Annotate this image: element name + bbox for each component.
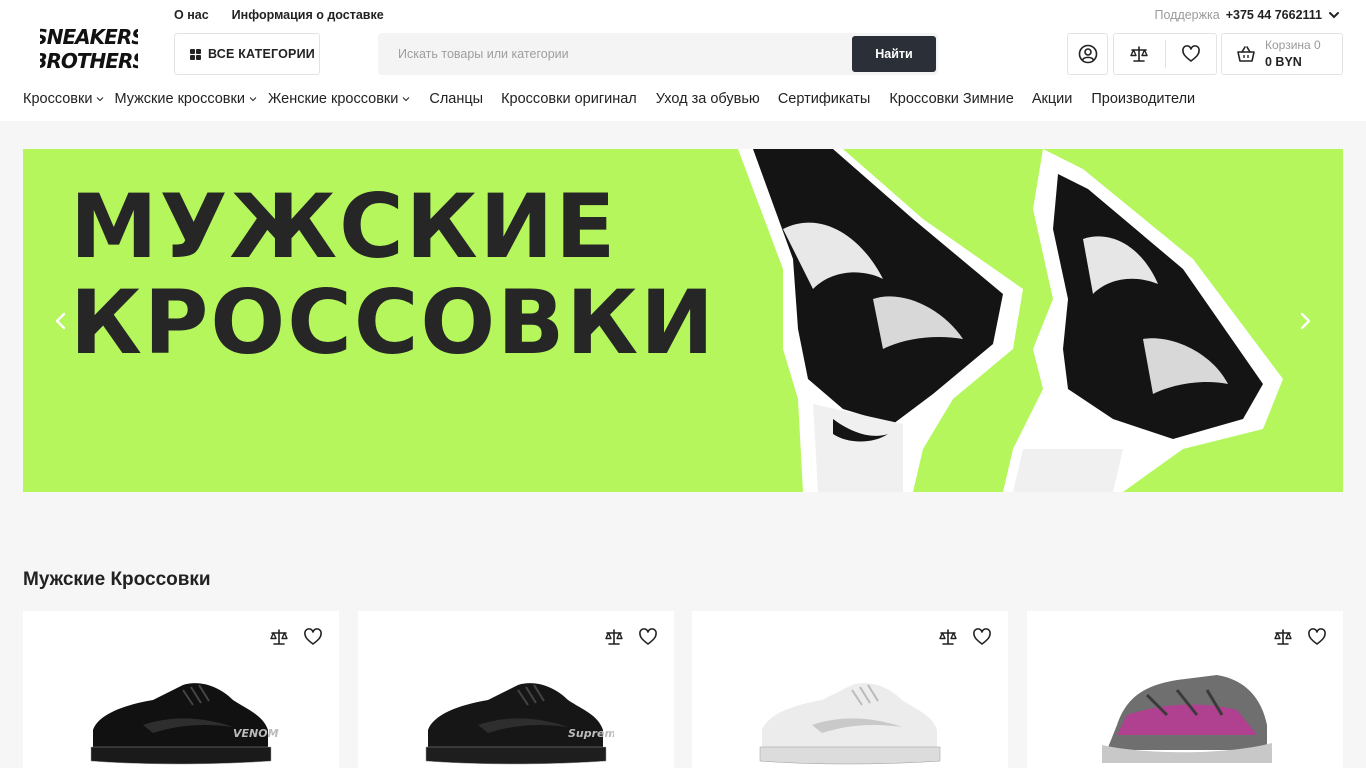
compare-favorites-group bbox=[1113, 33, 1217, 75]
heart-icon bbox=[639, 628, 657, 645]
nav-item-slippers[interactable]: Сланцы bbox=[429, 91, 483, 107]
main-content: МУЖСКИЕ КРОССОВКИ Мужские Кроссовки VENO… bbox=[0, 121, 1366, 768]
product-image[interactable] bbox=[1087, 655, 1283, 767]
white-low-sneaker-image bbox=[759, 683, 941, 765]
product-card-black-low-sneaker-supreme[interactable]: Supreme bbox=[358, 611, 674, 768]
nav-item-label: Кроссовки bbox=[23, 91, 93, 107]
favorite-toggle[interactable] bbox=[1307, 627, 1327, 647]
nav-item-label: Кроссовки оригинал bbox=[501, 91, 637, 107]
favorite-toggle[interactable] bbox=[638, 627, 658, 647]
support-phone[interactable]: +375 44 7662111 bbox=[1226, 8, 1322, 22]
nav-item-sneakers[interactable]: Кроссовки bbox=[23, 91, 104, 107]
heart-icon bbox=[1181, 45, 1200, 62]
compare-toggle[interactable] bbox=[604, 627, 624, 647]
product-image[interactable] bbox=[752, 655, 948, 767]
banner-line2: КРОССОВКИ bbox=[70, 271, 716, 374]
nav-item-label: Акции bbox=[1031, 91, 1073, 107]
scales-icon bbox=[605, 629, 623, 645]
scales-icon bbox=[1130, 46, 1148, 62]
search-bar: Найти bbox=[378, 33, 938, 75]
nav-item-label: Женские кроссовки bbox=[267, 91, 399, 107]
nav-item-womens-sneakers[interactable]: Женские кроссовки bbox=[268, 91, 410, 107]
nav-item-shoe-care[interactable]: Уход за обувью bbox=[656, 91, 760, 107]
banner-line1: МУЖСКИЕ bbox=[70, 175, 618, 278]
product-actions bbox=[269, 627, 323, 647]
logo-line1: SNEAKERS bbox=[40, 25, 138, 49]
heart-icon bbox=[304, 628, 322, 645]
search-input[interactable] bbox=[378, 33, 848, 75]
product-card-black-low-sneaker-venom[interactable]: VENOM bbox=[23, 611, 339, 768]
nav-item-winter-sneakers[interactable]: Кроссовки Зимние bbox=[889, 91, 1013, 107]
cart-button[interactable]: Корзина 0 0 BYN bbox=[1221, 33, 1343, 75]
nav-item-sales[interactable]: Акции bbox=[1032, 91, 1073, 107]
cart-total: 0 BYN bbox=[1265, 54, 1302, 69]
nav-item-original-sneakers[interactable]: Кроссовки оригинал bbox=[501, 91, 637, 107]
nav-item-label: Сертификаты bbox=[777, 91, 871, 107]
black-low-sneaker-venom-image: VENOM bbox=[90, 683, 279, 765]
favorite-toggle[interactable] bbox=[303, 627, 323, 647]
compare-toggle[interactable] bbox=[1273, 627, 1293, 647]
nav-item-label: Кроссовки Зимние bbox=[889, 91, 1014, 107]
support-label: Поддержка bbox=[1154, 8, 1220, 22]
logo-line2: BROTHERS bbox=[40, 49, 138, 72]
main-nav: Кроссовки Мужские кроссовки Женские крос… bbox=[23, 91, 1195, 107]
grid-icon bbox=[190, 48, 201, 60]
nav-item-mens-sneakers[interactable]: Мужские кроссовки bbox=[114, 91, 257, 107]
user-icon bbox=[1078, 44, 1097, 64]
top-links: О нас Информация о доставке bbox=[174, 8, 384, 22]
product-card-white-low-sneaker[interactable] bbox=[692, 611, 1008, 768]
basket-icon bbox=[1237, 46, 1255, 62]
site-header: SNEAKERS BROTHERS О нас Информация о дос… bbox=[0, 0, 1366, 121]
nav-item-certificates[interactable]: Сертификаты bbox=[778, 91, 871, 107]
product-logo-text: Supreme bbox=[568, 727, 614, 740]
chevron-down-icon[interactable] bbox=[1328, 9, 1340, 21]
compare-toggle[interactable] bbox=[938, 627, 958, 647]
support-contact[interactable]: Поддержка +375 44 7662111 bbox=[1154, 8, 1340, 22]
favorite-toggle[interactable] bbox=[972, 627, 992, 647]
nav-item-label: Уход за обувью bbox=[655, 91, 760, 107]
top-link-about[interactable]: О нас bbox=[174, 8, 209, 22]
account-button[interactable] bbox=[1067, 33, 1108, 75]
product-logo-text: VENOM bbox=[233, 727, 279, 740]
chevron-down-icon bbox=[403, 97, 410, 102]
product-actions bbox=[938, 627, 992, 647]
product-card-grey-pink-chunky-sneaker[interactable] bbox=[1027, 611, 1343, 768]
scales-icon bbox=[939, 629, 957, 645]
product-grid: VENOM Supreme bbox=[23, 611, 1343, 768]
banner-headline: МУЖСКИЕ КРОССОВКИ bbox=[70, 179, 716, 371]
top-link-delivery[interactable]: Информация о доставке bbox=[232, 8, 384, 22]
black-low-sneaker-supreme-image: Supreme bbox=[425, 683, 624, 765]
product-image[interactable]: Supreme bbox=[418, 655, 624, 767]
compare-toggle[interactable] bbox=[269, 627, 289, 647]
chevron-right-icon[interactable] bbox=[1294, 310, 1316, 332]
site-logo[interactable]: SNEAKERS BROTHERS bbox=[32, 24, 147, 73]
nav-item-label: Производители bbox=[1091, 91, 1196, 107]
grey-pink-chunky-sneaker-image bbox=[1102, 675, 1272, 763]
product-actions bbox=[604, 627, 658, 647]
nav-item-label: Мужские кроссовки bbox=[114, 91, 245, 107]
banner-sneakers-image bbox=[738, 149, 1283, 492]
nav-item-label: Сланцы bbox=[429, 91, 484, 107]
promo-banner[interactable]: МУЖСКИЕ КРОССОВКИ bbox=[23, 149, 1343, 492]
scales-icon bbox=[270, 629, 288, 645]
search-button[interactable]: Найти bbox=[852, 36, 936, 72]
chevron-down-icon bbox=[97, 97, 104, 102]
nav-item-brands[interactable]: Производители bbox=[1091, 91, 1195, 107]
section-title: Мужские Кроссовки bbox=[23, 569, 211, 590]
heart-icon bbox=[1308, 628, 1326, 645]
product-image[interactable]: VENOM bbox=[83, 655, 279, 767]
scales-icon bbox=[1274, 629, 1292, 645]
compare-button[interactable] bbox=[1114, 34, 1165, 74]
cart-label: Корзина 0 bbox=[1265, 38, 1321, 53]
favorites-button[interactable] bbox=[1165, 34, 1216, 74]
logo-graphic: SNEAKERS BROTHERS bbox=[32, 25, 147, 73]
heart-icon bbox=[973, 628, 991, 645]
chevron-left-icon[interactable] bbox=[50, 310, 72, 332]
all-categories-button[interactable]: ВСЕ КАТЕГОРИИ bbox=[174, 33, 320, 75]
cart-summary: Корзина 0 0 BYN bbox=[1265, 37, 1321, 70]
product-actions bbox=[1273, 627, 1327, 647]
all-categories-label: ВСЕ КАТЕГОРИИ bbox=[208, 47, 315, 61]
chevron-down-icon bbox=[249, 97, 257, 102]
